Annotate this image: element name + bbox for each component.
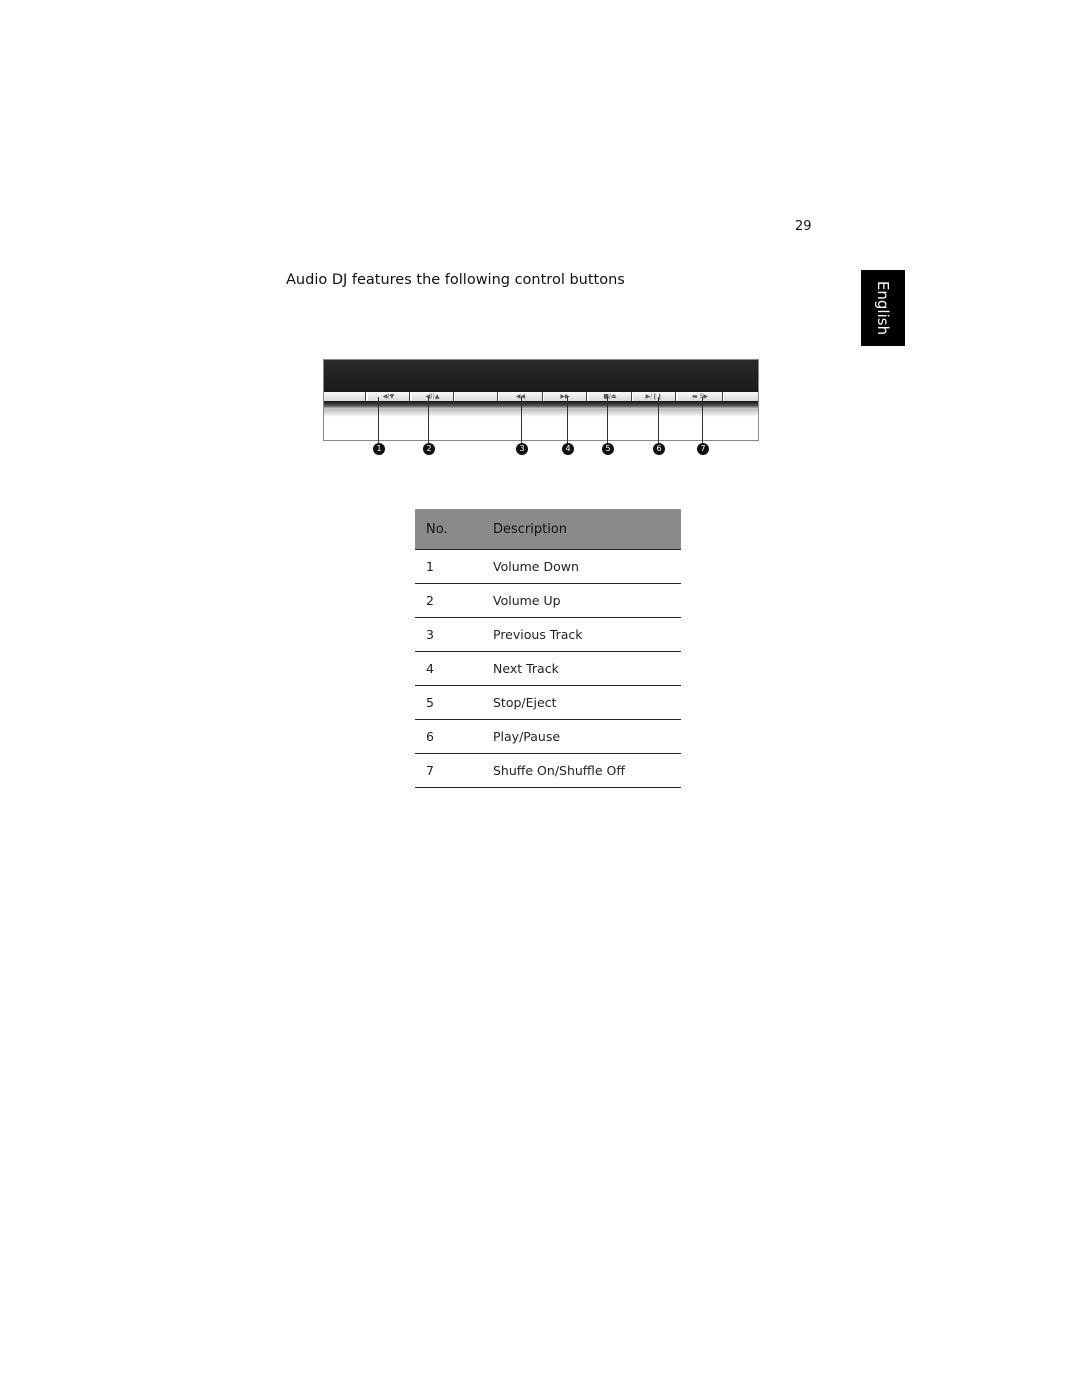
callout-line: [658, 397, 659, 443]
panel-top: [324, 360, 758, 392]
callout-number: 7: [697, 443, 709, 455]
callout-number: 3: [516, 443, 528, 455]
callout-number: 2: [423, 443, 435, 455]
device-button: ■/⏏: [589, 392, 632, 401]
number-cell: 6: [415, 719, 492, 754]
description-cell: Volume Down: [492, 549, 681, 584]
description-cell: Next Track: [492, 651, 681, 686]
callout-line: [702, 397, 703, 443]
header-no: No.: [415, 509, 492, 550]
manual-page: 29 English Audio DJ features the followi…: [0, 0, 1080, 1397]
device-button: ▶▶: [544, 392, 587, 401]
description-cell: Shuffe On/Shuffle Off: [492, 753, 681, 788]
language-tab-label: English: [874, 280, 892, 336]
device-button: ▬ S▶: [678, 392, 723, 401]
table-row: 2 Volume Up: [415, 583, 681, 618]
panel-strip: [324, 401, 758, 409]
number-cell: 1: [415, 549, 492, 584]
device-button: ◀))▲: [412, 392, 454, 401]
table-row: 6 Play/Pause: [415, 719, 681, 754]
table-row: 4 Next Track: [415, 651, 681, 686]
number-cell: 4: [415, 651, 492, 686]
callout-line: [428, 397, 429, 443]
device-button: ◀)▼: [368, 392, 410, 401]
number-cell: 3: [415, 617, 492, 652]
device-button: [455, 392, 498, 401]
description-cell: Volume Up: [492, 583, 681, 618]
callout-number: 5: [602, 443, 614, 455]
description-cell: Play/Pause: [492, 719, 681, 754]
number-cell: 5: [415, 685, 492, 720]
callout-line: [378, 397, 379, 443]
header-description: Description: [492, 509, 681, 550]
page-number: 29: [795, 219, 812, 234]
table-row: 3 Previous Track: [415, 617, 681, 652]
device-button: [724, 392, 758, 401]
language-tab: English: [861, 270, 905, 346]
table-row: 7 Shuffe On/Shuffle Off: [415, 753, 681, 788]
description-cell: Stop/Eject: [492, 685, 681, 720]
callout-number: 1: [373, 443, 385, 455]
callout-number: 6: [653, 443, 665, 455]
number-cell: 2: [415, 583, 492, 618]
intro-text: Audio DJ features the following control …: [286, 272, 625, 288]
description-cell: Previous Track: [492, 617, 681, 652]
number-cell: 7: [415, 753, 492, 788]
callout-number: 4: [562, 443, 574, 455]
device-button: [324, 392, 366, 401]
control-buttons-photo: ◀)▼◀))▲◀◀▶▶■/⏏▶/❙❙▬ S▶: [323, 359, 759, 441]
panel-gradient: [324, 409, 758, 417]
callout-line: [567, 397, 568, 443]
callout-line: [521, 397, 522, 443]
device-button: ▶/❙❙: [633, 392, 676, 401]
callout-line: [607, 397, 608, 443]
table-row: 1 Volume Down: [415, 549, 681, 584]
table-row: 5 Stop/Eject: [415, 685, 681, 720]
button-description-table: No. Description 1 Volume Down 2 Volume Up 3 Pr…: [415, 509, 681, 788]
